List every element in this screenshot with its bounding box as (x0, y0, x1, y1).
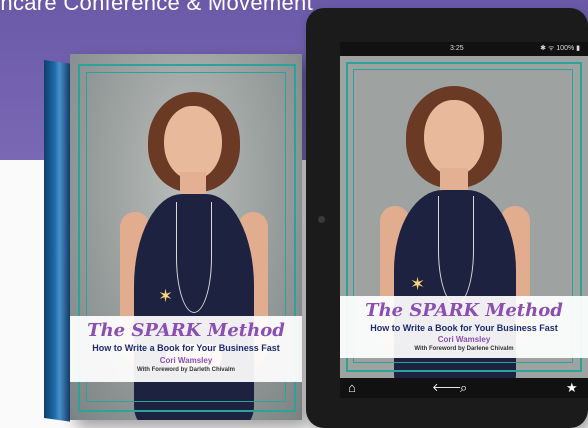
ebook-foreword: With Foreword by Darlene Chivalm (414, 346, 514, 352)
cover-title-band: The SPARK Method How to Write a Book for… (70, 316, 302, 382)
status-icons: ✱ ᯤ 100% ▮ (540, 45, 580, 52)
camera-icon (318, 216, 325, 223)
book-subtitle: How to Write a Book for Your Business Fa… (92, 343, 280, 353)
status-time: 3:25 (450, 45, 464, 52)
star-icon[interactable]: ★ (566, 379, 578, 397)
reader-nav-bar: ⌂ 🡐 ⌕ ★ (340, 378, 588, 398)
book-title: The SPARK Method (87, 320, 285, 341)
book-spine (44, 60, 70, 422)
print-book: ✶ The SPARK Method How to Write a Book f… (44, 54, 302, 422)
book-cover: ✶ The SPARK Method How to Write a Book f… (70, 54, 302, 420)
search-icon[interactable]: ⌕ (460, 379, 467, 397)
book-foreword: With Foreword by Darleth Chivalm (137, 367, 235, 373)
ebook-author: Cori Wamsley (437, 335, 491, 344)
back-arrow-icon[interactable]: 🡐 (432, 379, 462, 397)
tablet-device: 3:25 ✱ ᯤ 100% ▮ ✶ The SPARK Method How t… (306, 8, 588, 428)
page-title-band: The SPARK Method How to Write a Book for… (340, 296, 588, 358)
ebook-title: The SPARK Method (365, 300, 563, 321)
tablet-screen: 3:25 ✱ ᯤ 100% ▮ ✶ The SPARK Method How t… (340, 42, 588, 398)
ebook-page[interactable]: ✶ The SPARK Method How to Write a Book f… (340, 56, 588, 378)
banner-heading: thcare Conference & Movement (0, 0, 313, 15)
status-bar: 3:25 ✱ ᯤ 100% ▮ (340, 42, 588, 56)
ebook-subtitle: How to Write a Book for Your Business Fa… (370, 323, 558, 333)
home-icon[interactable]: ⌂ (348, 379, 356, 397)
book-author: Cori Wamsley (159, 356, 213, 365)
